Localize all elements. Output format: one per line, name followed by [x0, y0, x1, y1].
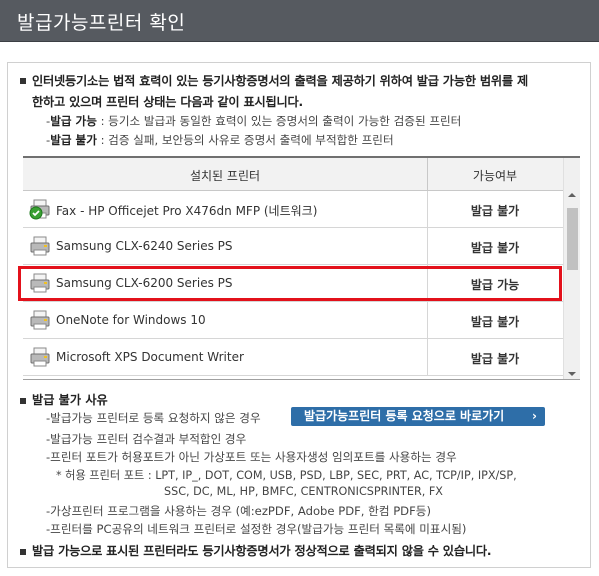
highlight-box [18, 266, 562, 301]
printer-icon [30, 347, 50, 367]
window-title: 발급가능프린터 확인 [17, 12, 186, 34]
reason-item: * 허용 프린터 포트 : LPT, IP_, DOT, COM, USB, P… [56, 469, 517, 482]
printer-status: 발급 불가 [470, 204, 520, 218]
title-bar: 발급가능프린터 확인 [0, 0, 599, 42]
notice-line-1: 인터넷등기소는 법적 효력이 있는 등기사항증명서의 출력을 제공하기 위하여 … [32, 74, 528, 88]
printer-name: Samsung CLX-6240 Series PS [56, 239, 233, 253]
bullet [20, 78, 26, 84]
content-panel: 인터넷등기소는 법적 효력이 있는 등기사항증명서의 출력을 제공하기 위하여 … [7, 62, 591, 568]
printer-status: 발급 불가 [470, 241, 520, 255]
legend-unavailable-desc: : 검증 실패, 보안등의 사유로 증명서 출력에 부적합한 프린터 [96, 133, 394, 147]
fax-printer-default-icon [29, 199, 50, 220]
bullet [20, 398, 26, 404]
reason-item: SSC, DC, ML, HP, BMFC, CENTRONICSPRINTER… [164, 485, 443, 498]
bullet [20, 549, 26, 555]
printer-icon [30, 236, 50, 256]
header-availability: 가능여부 [472, 169, 518, 183]
printer-status: 발급 불가 [470, 315, 520, 329]
legend-unavailable-term: 발급 불가 [50, 133, 97, 147]
reason-item: -프린터 포트가 허용포트가 아닌 가상포트 또는 사용자생성 임의포트를 사용… [46, 450, 457, 464]
table-row[interactable]: Microsoft XPS Document Writer 발급 불가 [23, 339, 563, 376]
scroll-down-icon[interactable] [567, 370, 577, 378]
legend-available: -발급 가능 : 등기소 발급과 동일한 효력이 있는 증명서의 출력이 가능한… [46, 114, 462, 128]
reason-item: -프린터를 PC공유의 네트워크 프린터로 설정한 경우(발급가능 프린터 목록… [46, 522, 467, 536]
table-row[interactable]: Fax - HP Officejet Pro X476dn MFP (네트워크)… [23, 191, 563, 228]
notice-line-2: 한하고 있으며 프린터 상태는 다음과 같이 표시됩니다. [32, 95, 303, 109]
legend-available-desc: : 등기소 발급과 동일한 효력이 있는 증명서의 출력이 가능한 검증된 프린… [96, 114, 462, 128]
table-scrollbar[interactable] [563, 158, 580, 379]
table-header: 설치된 프린터 가능여부 [23, 158, 563, 191]
reasons-title: 발급 불가 사유 [32, 393, 108, 407]
printer-name: Fax - HP Officejet Pro X476dn MFP (네트워크) [56, 204, 318, 218]
table-row[interactable]: Samsung CLX-6240 Series PS 발급 불가 [23, 228, 563, 265]
printer-name: OneNote for Windows 10 [56, 313, 206, 327]
printer-status: 발급 불가 [470, 352, 520, 366]
register-request-button[interactable]: 발급가능프린터 등록 요청으로 바로가기 › [291, 407, 545, 426]
chevron-right-icon: › [532, 409, 537, 423]
table-row[interactable]: OneNote for Windows 10 발급 불가 [23, 302, 563, 339]
scroll-up-icon[interactable] [567, 191, 577, 199]
reason-item: -발급가능 프린터 검수결과 부적합인 경우 [46, 432, 247, 446]
printer-name: Microsoft XPS Document Writer [56, 350, 244, 364]
register-request-label: 발급가능프린터 등록 요청으로 바로가기 [304, 409, 505, 423]
legend-available-term: 발급 가능 [50, 114, 97, 128]
reason-item: -가상프린터 프로그램을 사용하는 경우 (예:ezPDF, Adobe PDF… [46, 504, 431, 518]
reason-item: -발급가능 프린터로 등록 요청하지 않은 경우 [46, 411, 261, 425]
printer-icon [30, 310, 50, 330]
legend-unavailable: -발급 불가 : 검증 실패, 보안등의 사유로 증명서 출력에 부적합한 프린… [46, 133, 394, 147]
header-installed-printer: 설치된 프린터 [189, 169, 261, 183]
footer-notice: 발급 가능으로 표시된 프린터라도 등기사항증명서가 정상적으로 출력되지 않을… [32, 544, 492, 558]
scrollbar-thumb[interactable] [567, 208, 578, 270]
